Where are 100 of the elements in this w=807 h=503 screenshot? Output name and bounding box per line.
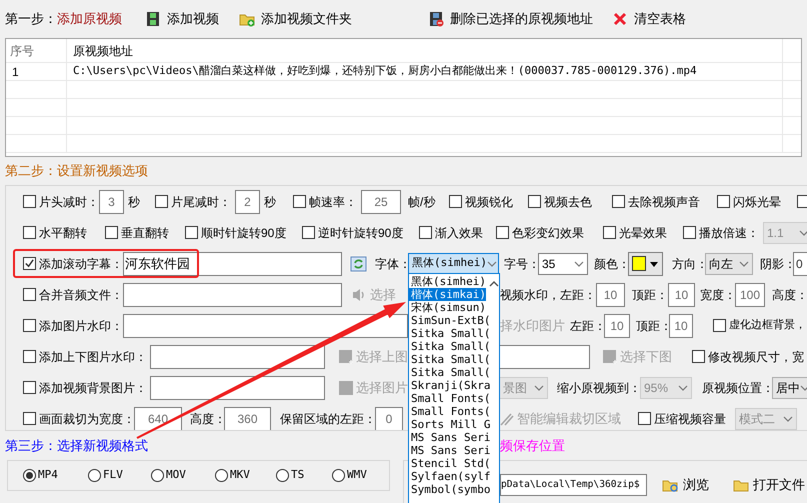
checkbox-label: 片头减时：: [39, 194, 99, 210]
checkbox[interactable]: [302, 226, 315, 239]
input-field[interactable]: [123, 282, 342, 306]
input-field[interactable]: [499, 344, 590, 368]
refresh-icon: [350, 254, 368, 272]
list-item[interactable]: Sitka Small(: [409, 353, 486, 366]
toolbar-button[interactable]: 清空表格: [612, 9, 686, 29]
radio-button[interactable]: [151, 469, 164, 482]
list-item[interactable]: Sitka Small(: [409, 327, 486, 340]
toolbar-button[interactable]: 添加视频文件夹: [239, 9, 352, 29]
table-cell: C:\Users\pc\Videos\醋溜白菜这样做，好吃到爆，还特别下饭，厨房小白都能做出来！(000037.785-000129.376).mp4: [67, 63, 783, 80]
checkbox[interactable]: [23, 319, 36, 332]
toolbar-button[interactable]: 删除已选择的原视频地址: [428, 9, 593, 29]
checkbox-label: 渐入效果: [435, 224, 483, 242]
checkbox[interactable]: [23, 195, 36, 208]
list-item[interactable]: Small Fonts(: [409, 405, 486, 418]
checkbox-label: 垂直翻转: [121, 224, 169, 242]
input-field[interactable]: 10: [596, 282, 625, 306]
checkbox-label: 帧速率：: [309, 194, 357, 210]
input-field[interactable]: 0: [375, 406, 403, 430]
dropdown[interactable]: 黑体(simhei): [408, 252, 499, 274]
checkbox-label: 水平翻转: [39, 224, 87, 242]
dropdown[interactable]: 35: [538, 252, 588, 274]
input-field[interactable]: 640: [134, 406, 182, 430]
field-label: 原视频位置：: [702, 380, 772, 396]
toolbar-button[interactable]: 添加视频: [145, 9, 219, 29]
checkbox[interactable]: [638, 412, 651, 425]
radio-button[interactable]: [215, 469, 228, 482]
list-item[interactable]: Stencil Std(: [409, 457, 486, 470]
chevron-down-icon: [800, 384, 807, 392]
checkbox[interactable]: [23, 288, 36, 301]
list-item[interactable]: 楷体(simkai): [409, 288, 486, 301]
input-field[interactable]: 100: [735, 282, 765, 306]
input-field[interactable]: 10: [669, 314, 693, 338]
list-item[interactable]: Sitka Small(: [409, 340, 486, 353]
chevron-down-icon: [486, 260, 497, 268]
radio-label: FLV: [103, 467, 123, 484]
checkbox-label: 顺时针旋转90度: [201, 224, 286, 242]
list-item[interactable]: Small Fonts(: [409, 392, 486, 405]
checkbox[interactable]: [603, 226, 616, 239]
list-item[interactable]: SimSun-ExtB(: [409, 314, 486, 327]
input-field[interactable]: 10: [604, 314, 630, 338]
add-source-link[interactable]: 添加原视频: [57, 9, 122, 29]
checkbox-label: 合并音频文件：: [39, 286, 123, 304]
checkbox[interactable]: [23, 257, 36, 270]
checkbox-label: 播放倍速：: [699, 224, 759, 242]
checkbox-label: 去除视频声音: [628, 194, 700, 210]
input-field[interactable]: [150, 376, 325, 400]
checkbox[interactable]: [23, 226, 36, 239]
list-item[interactable]: 宋体(simsun): [409, 301, 486, 314]
checkbox[interactable]: [528, 195, 541, 208]
chevron-down-icon: [678, 384, 688, 392]
checkbox[interactable]: [105, 226, 118, 239]
input-field[interactable]: 0: [793, 252, 807, 276]
input-field[interactable]: 2: [235, 190, 260, 214]
open-folder-button[interactable]: 打开文件: [733, 475, 805, 495]
checkbox[interactable]: [23, 350, 36, 363]
checkbox[interactable]: [155, 195, 168, 208]
column-header[interactable]: 原视频地址: [67, 39, 783, 62]
checkbox[interactable]: [496, 226, 509, 239]
radio-button[interactable]: [88, 469, 101, 482]
checkbox-label: 添加视频背景图片：: [39, 380, 147, 396]
section-title: 第二步：设置新视频选项: [4, 164, 149, 180]
field-label: 字体：: [375, 256, 408, 272]
input-field[interactable]: pData\Local\Temp\360zip$: [500, 474, 647, 496]
radio-button[interactable]: [332, 469, 345, 482]
input-field[interactable]: 10: [668, 282, 695, 306]
checkbox[interactable]: [717, 195, 730, 208]
radio-button[interactable]: [23, 469, 36, 482]
checkbox[interactable]: [293, 195, 306, 208]
input-field[interactable]: [150, 344, 325, 368]
input-field[interactable]: 3: [99, 190, 124, 214]
checkbox[interactable]: [419, 226, 432, 239]
checkbox[interactable]: [449, 195, 462, 208]
chevron-down-icon: [783, 414, 793, 422]
checkbox[interactable]: [185, 226, 198, 239]
chevron-up-icon: [489, 280, 499, 287]
input-field[interactable]: 360: [224, 406, 271, 430]
list-item[interactable]: 黑体(simhei): [409, 275, 486, 288]
dropdown[interactable]: 居中: [772, 376, 807, 398]
input-field[interactable]: 25: [361, 190, 401, 214]
checkbox-label: 片尾减时：: [171, 194, 231, 210]
input-field[interactable]: [123, 314, 408, 338]
dropdown[interactable]: 向左: [705, 252, 753, 274]
field-label: 秒: [128, 194, 140, 210]
radio-button[interactable]: [276, 469, 289, 482]
checkbox[interactable]: [797, 195, 807, 208]
checkbox[interactable]: [713, 319, 726, 332]
color-picker[interactable]: [628, 252, 663, 276]
checkbox[interactable]: [612, 195, 625, 208]
checkbox[interactable]: [23, 412, 36, 425]
checkbox[interactable]: [23, 381, 36, 394]
input-field[interactable]: 河东软件园: [123, 252, 342, 276]
column-header[interactable]: 序号: [6, 39, 67, 62]
field-label: 视频水印，左距：: [500, 286, 596, 304]
checkbox[interactable]: [683, 226, 696, 239]
browse-button[interactable]: 浏览: [662, 475, 709, 495]
checkbox[interactable]: [692, 350, 705, 363]
checkbox-label: 画面裁切为宽度：: [39, 410, 134, 428]
list-item[interactable]: Sitka Small(: [409, 366, 486, 379]
